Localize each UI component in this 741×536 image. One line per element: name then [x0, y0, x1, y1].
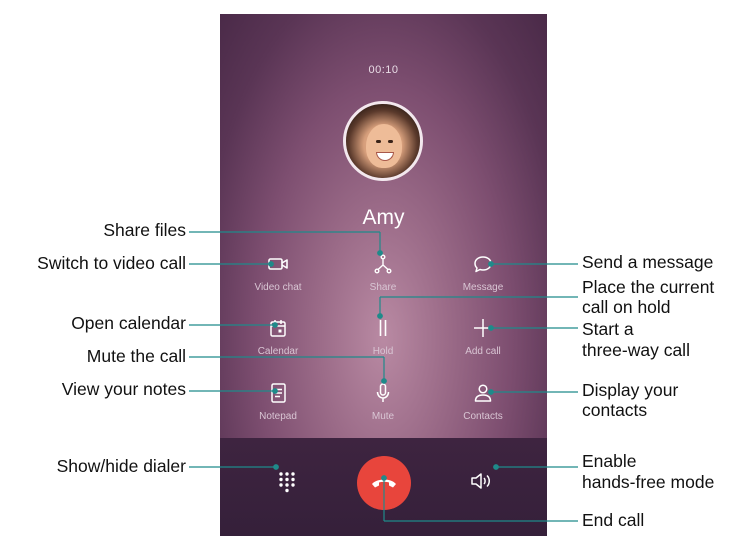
annotation-speaker-2: hands-free mode [582, 472, 715, 492]
share-button[interactable]: Share [343, 252, 423, 302]
in-call-screen: 00:10 Amy Video chat Share Message Calen… [220, 14, 547, 536]
microphone-icon [376, 383, 390, 402]
video-chat-button[interactable]: Video chat [238, 252, 318, 302]
add-call-label: Add call [465, 346, 501, 357]
pause-icon [379, 320, 387, 336]
message-bubble-icon [474, 256, 492, 273]
mute-label: Mute [371, 411, 395, 422]
annotation-contacts-1: Display your [582, 380, 679, 400]
annotation-hold-1: Place the current [582, 277, 715, 297]
calendar-label: Calendar [257, 346, 299, 357]
contacts-label: Contacts [463, 411, 503, 422]
annotation-add-call-2: three-way call [582, 340, 690, 360]
annotation-share-files: Share files [103, 220, 186, 240]
message-button[interactable]: Message [443, 252, 523, 302]
notepad-label: Notepad [259, 411, 297, 422]
person-icon [474, 384, 492, 402]
contacts-button[interactable]: Contacts [443, 381, 523, 431]
message-label: Message [462, 282, 504, 293]
annotation-view-notes: View your notes [61, 379, 186, 399]
annotation-add-call-1: Start a [582, 319, 634, 339]
notepad-button[interactable]: Notepad [238, 381, 318, 431]
annotation-open-calendar: Open calendar [71, 313, 186, 333]
annotation-hold-2: call on hold [582, 297, 671, 317]
contact-avatar [343, 101, 423, 181]
speaker-icon[interactable] [468, 468, 494, 494]
video-camera-icon [268, 258, 288, 270]
end-call-button[interactable] [357, 456, 411, 510]
annotation-speaker-1: Enable [582, 451, 637, 471]
call-timer: 00:10 [368, 64, 399, 76]
share-icon [374, 254, 392, 274]
share-label: Share [369, 282, 397, 293]
hold-label: Hold [372, 346, 394, 357]
calendar-button[interactable]: Calendar [238, 316, 318, 366]
annotation-send-message: Send a message [582, 252, 714, 272]
notepad-icon [271, 383, 286, 403]
add-call-button[interactable]: Add call [443, 316, 523, 366]
annotation-switch-video: Switch to video call [37, 253, 186, 273]
contact-name: Amy [362, 206, 405, 229]
video-chat-label: Video chat [254, 282, 302, 293]
dialpad-icon[interactable] [275, 469, 299, 493]
annotation-mute-call: Mute the call [86, 346, 186, 366]
plus-icon [474, 319, 492, 337]
mute-button[interactable]: Mute [343, 381, 423, 431]
end-call-icon [372, 479, 396, 488]
annotation-show-dialer: Show/hide dialer [56, 456, 186, 476]
hold-button[interactable]: Hold [343, 316, 423, 366]
calendar-icon [270, 320, 286, 337]
annotation-end-call: End call [582, 510, 645, 530]
annotation-contacts-2: contacts [582, 400, 648, 420]
